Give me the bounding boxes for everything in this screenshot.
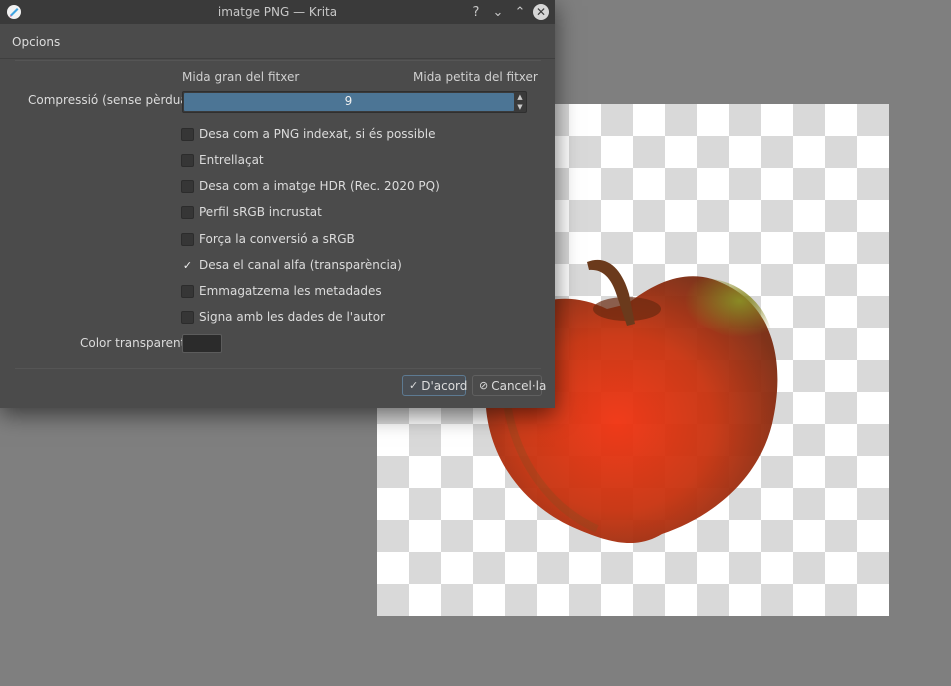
button-bar-divider xyxy=(15,368,541,369)
option-label: Signa amb les dades de l'autor xyxy=(199,310,386,324)
large-file-size-label: Mida gran del fitxer xyxy=(182,70,300,84)
option-label: Desa com a PNG indexat, si és possible xyxy=(199,127,436,141)
option-label: Perfil sRGB incrustat xyxy=(199,205,322,219)
checkmark-icon[interactable]: ✓ xyxy=(181,259,194,272)
option-label: Entrellaçat xyxy=(199,153,264,167)
tab-bar: Opcions xyxy=(0,24,555,59)
option-label: Emmagatzema les metadades xyxy=(199,284,382,298)
option-embed-srgb[interactable]: Perfil sRGB incrustat xyxy=(181,204,322,220)
checkbox[interactable] xyxy=(181,153,194,167)
option-force-srgb[interactable]: Força la conversió a sRGB xyxy=(181,231,355,247)
cancel-label: Cancel·la xyxy=(491,378,547,393)
window-controls: ? ⌄ ⌃ ✕ xyxy=(467,3,549,21)
ok-button[interactable]: ✓ D'acord xyxy=(402,375,468,396)
transparent-color-label: Color transparent: xyxy=(80,336,190,350)
transparent-color-button[interactable] xyxy=(182,334,222,353)
check-icon: ✓ xyxy=(409,379,419,392)
cancel-button[interactable]: ⊘ Cancel·la xyxy=(472,375,546,396)
window-title: imatge PNG — Krita xyxy=(217,5,338,19)
spin-down-icon[interactable]: ▼ xyxy=(517,103,522,111)
cancel-icon: ⊘ xyxy=(479,379,489,392)
tab-options[interactable]: Opcions xyxy=(12,35,60,49)
checkbox[interactable] xyxy=(181,232,194,246)
option-interlaced[interactable]: Entrellaçat xyxy=(181,152,264,168)
compression-value: 9 xyxy=(344,94,353,108)
option-label: Desa el canal alfa (transparència) xyxy=(199,258,402,272)
option-alpha-channel[interactable]: ✓ Desa el canal alfa (transparència) xyxy=(181,257,402,273)
option-label: Desa com a imatge HDR (Rec. 2020 PQ) xyxy=(199,179,440,193)
option-label: Força la conversió a sRGB xyxy=(199,232,355,246)
small-file-size-label: Mida petita del fitxer xyxy=(413,70,538,84)
spinbox-arrows[interactable]: ▲ ▼ xyxy=(515,93,525,111)
titlebar[interactable]: imatge PNG — Krita ? ⌄ ⌃ ✕ xyxy=(0,0,555,24)
minimize-icon[interactable]: ⌄ xyxy=(489,3,507,21)
checkbox[interactable] xyxy=(181,284,194,298)
maximize-icon[interactable]: ⌃ xyxy=(511,3,529,21)
compression-label: Compressió (sense pèrdua): xyxy=(28,93,197,107)
option-hdr[interactable]: Desa com a imatge HDR (Rec. 2020 PQ) xyxy=(181,178,440,194)
png-options-dialog: imatge PNG — Krita ? ⌄ ⌃ ✕ Opcions Mida … xyxy=(0,0,555,408)
compression-spinbox[interactable]: 9 ▲ ▼ xyxy=(182,91,527,113)
krita-app-icon xyxy=(7,5,21,19)
checkbox[interactable] xyxy=(181,310,194,324)
help-icon[interactable]: ? xyxy=(467,3,485,21)
checkbox[interactable] xyxy=(181,179,194,193)
option-indexed-png[interactable]: Desa com a PNG indexat, si és possible xyxy=(181,126,435,142)
ok-label: D'acord xyxy=(421,378,468,393)
option-metadata[interactable]: Emmagatzema les metadades xyxy=(181,283,382,299)
spin-up-icon[interactable]: ▲ xyxy=(517,93,522,101)
checkbox[interactable] xyxy=(181,205,194,219)
option-author-sign[interactable]: Signa amb les dades de l'autor xyxy=(181,309,385,325)
checkbox[interactable] xyxy=(181,127,194,141)
close-icon[interactable]: ✕ xyxy=(533,4,549,20)
